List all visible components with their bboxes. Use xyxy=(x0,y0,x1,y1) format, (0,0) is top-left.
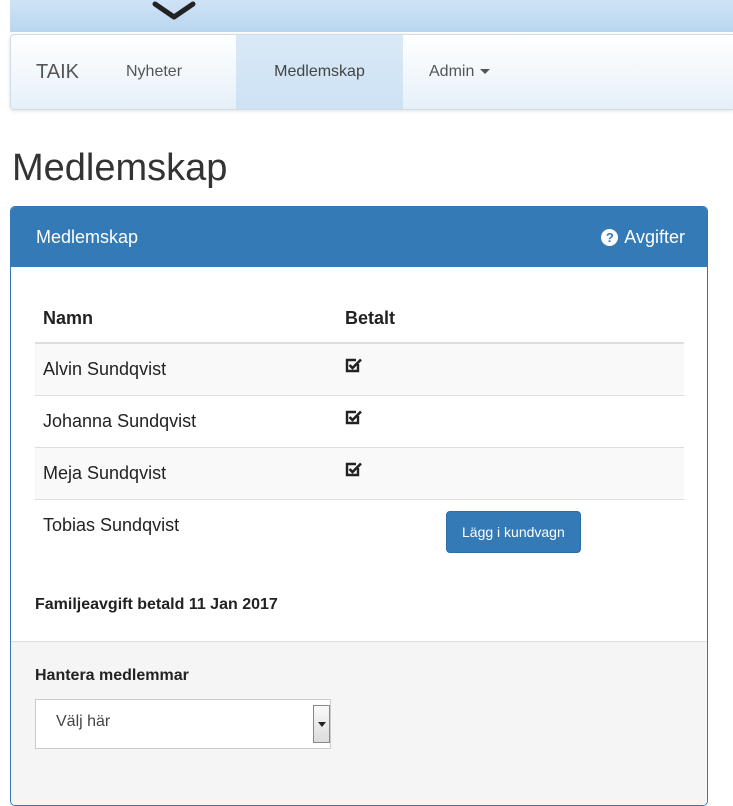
panel-heading: Medlemskap ? Avgifter xyxy=(11,207,707,267)
member-name: Alvin Sundqvist xyxy=(35,342,337,396)
fees-link-label: Avgifter xyxy=(624,227,685,247)
paid-cell xyxy=(337,447,684,500)
manage-members-select[interactable]: Välj här xyxy=(35,699,331,749)
checked-checkbox-icon xyxy=(345,410,362,425)
member-name: Tobias Sundqvist xyxy=(35,499,337,551)
chevron-down-icon xyxy=(152,1,196,20)
panel-footer: Hantera medlemmar Välj här xyxy=(11,641,707,805)
column-header-name: Namn xyxy=(35,294,337,344)
main-navbar: TAIK Nyheter Medlemskap Admin xyxy=(10,34,733,110)
top-header-strip xyxy=(10,0,733,32)
page-title: Medlemskap xyxy=(12,147,228,189)
paid-cell: Lägg i kundvagn xyxy=(337,499,684,553)
select-dropdown-arrow-icon[interactable] xyxy=(313,705,330,743)
manage-members-label: Hantera medlemmar xyxy=(35,667,189,684)
column-header-paid: Betalt xyxy=(337,294,684,344)
table-row: Alvin Sundqvist xyxy=(35,342,684,396)
paid-cell xyxy=(337,342,684,396)
checked-checkbox-icon xyxy=(345,462,362,477)
select-value: Välj här xyxy=(56,713,111,730)
table-row: Johanna Sundqvist xyxy=(35,395,684,448)
membership-panel: Medlemskap ? Avgifter Namn Betalt Alvin S… xyxy=(10,206,708,806)
members-table: Namn Betalt Alvin Sundqvist Johanna Sund… xyxy=(35,294,684,553)
nav-item-admin-label: Admin xyxy=(429,63,475,80)
caret-down-icon xyxy=(480,69,491,75)
nav-item-news[interactable]: Nyheter xyxy=(111,35,197,109)
question-circle-icon: ? xyxy=(601,229,619,246)
table-row: Meja Sundqvist xyxy=(35,447,684,500)
table-header-row: Namn Betalt xyxy=(35,294,684,344)
nav-item-admin-dropdown[interactable]: Admin xyxy=(414,35,505,109)
member-name: Meja Sundqvist xyxy=(35,447,337,500)
add-to-cart-button[interactable]: Lägg i kundvagn xyxy=(446,510,581,553)
table-row: Tobias Sundqvist Lägg i kundvagn xyxy=(35,499,684,553)
fees-link[interactable]: ? Avgifter xyxy=(601,227,685,248)
nav-item-membership[interactable]: Medlemskap xyxy=(236,35,403,109)
paid-cell xyxy=(337,395,684,448)
family-fee-status: Familjeavgift betald 11 Jan 2017 xyxy=(35,596,278,613)
member-name: Johanna Sundqvist xyxy=(35,395,337,448)
checked-checkbox-icon xyxy=(345,358,362,373)
brand-link[interactable]: TAIK xyxy=(21,35,94,109)
panel-title: Medlemskap xyxy=(36,227,139,247)
